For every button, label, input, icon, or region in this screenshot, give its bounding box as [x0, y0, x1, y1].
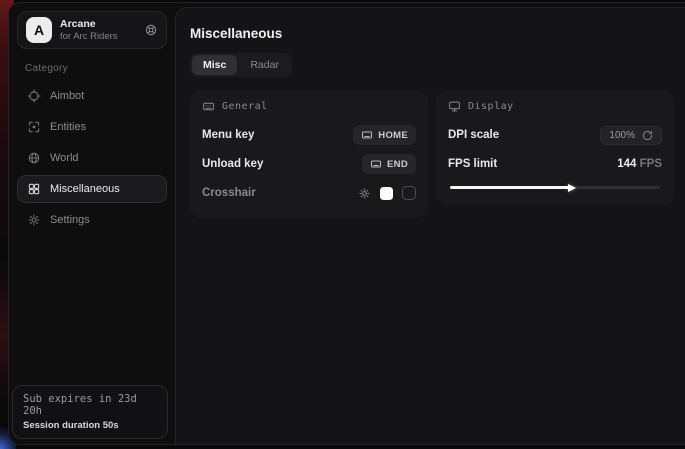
grid-icon [27, 182, 41, 196]
fps-limit-row: FPS limit 144 FPS [448, 151, 662, 177]
crosshair-icon [27, 89, 41, 103]
crosshair-controls [358, 186, 416, 200]
keyboard-icon [370, 158, 382, 170]
crosshair-label: Crosshair [202, 187, 256, 199]
menu-key-row: Menu key HOME [202, 122, 416, 148]
menu-key-bind-button[interactable]: HOME [353, 125, 416, 145]
app-title-block: Arcane for Arc Riders [60, 18, 136, 43]
subscription-card: Sub expires in 23d 20h Session duration … [12, 385, 168, 439]
keyboard-icon [202, 100, 215, 113]
sidebar-item-miscellaneous[interactable]: Miscellaneous [17, 175, 167, 203]
unload-key-row: Unload key END [202, 151, 416, 177]
sidebar-item-label: World [50, 152, 79, 164]
app-logo: A [26, 17, 52, 43]
sidebar-item-world[interactable]: World [17, 144, 167, 172]
panel-general-title: General [222, 101, 268, 112]
dpi-scale-select[interactable]: 100% [600, 126, 662, 145]
sub-expires-text: Sub expires in 23d 20h [23, 393, 157, 417]
dpi-scale-value: 100% [609, 130, 635, 141]
sidebar-category-label: Category [25, 63, 159, 74]
sidebar-item-label: Miscellaneous [50, 183, 120, 195]
unload-key-label: Unload key [202, 158, 263, 170]
fps-limit-value: 144 FPS [617, 158, 662, 170]
keyboard-icon [361, 129, 373, 141]
menu-key-value: HOME [378, 130, 408, 141]
unload-key-value: END [387, 159, 408, 170]
gear-icon [27, 213, 41, 227]
session-duration-text: Session duration 50s [23, 420, 157, 431]
crosshair-row: Crosshair [202, 180, 416, 206]
dpi-scale-label: DPI scale [448, 129, 499, 141]
crosshair-color-swatch[interactable] [380, 187, 393, 200]
app-name: Arcane [60, 18, 136, 31]
unload-key-bind-button[interactable]: END [362, 154, 416, 174]
sync-icon[interactable] [144, 23, 158, 37]
menu-key-label: Menu key [202, 129, 254, 141]
fps-unit: FPS [640, 158, 662, 170]
tab-misc[interactable]: Misc [192, 55, 237, 75]
panels-row: General Menu key HOME [190, 90, 679, 218]
panel-display-header: Display [448, 100, 662, 113]
panel-general: General Menu key HOME [190, 90, 428, 218]
panel-display: Display DPI scale 100% [436, 90, 674, 205]
desktop-background: A Arcane for Arc Riders Category [0, 0, 685, 449]
fps-slider-thumb[interactable] [568, 184, 576, 192]
app-window: A Arcane for Arc Riders Category [8, 2, 685, 445]
tab-bar: Misc Radar [190, 53, 292, 77]
sidebar-item-entities[interactable]: Entities [17, 113, 167, 141]
fps-limit-label: FPS limit [448, 158, 497, 170]
sidebar-item-aimbot[interactable]: Aimbot [17, 82, 167, 110]
monitor-icon [448, 100, 461, 113]
panel-display-title: Display [468, 101, 514, 112]
globe-icon [27, 151, 41, 165]
app-logo-card: A Arcane for Arc Riders [17, 11, 167, 49]
sidebar-item-label: Entities [50, 121, 86, 133]
fps-slider-fill [450, 186, 570, 189]
sidebar-item-settings[interactable]: Settings [17, 206, 167, 234]
main-content: Miscellaneous Misc Radar General [175, 7, 685, 444]
panel-general-header: General [202, 100, 416, 113]
app-subtitle: for Arc Riders [60, 31, 136, 43]
sidebar-item-label: Aimbot [50, 90, 84, 102]
tab-radar[interactable]: Radar [239, 55, 290, 75]
dpi-scale-row: DPI scale 100% [448, 122, 662, 148]
fps-limit-slider[interactable] [450, 186, 660, 189]
reset-icon [642, 130, 653, 141]
crosshair-checkbox[interactable] [402, 186, 416, 200]
sidebar-item-label: Settings [50, 214, 90, 226]
gear-icon[interactable] [358, 187, 371, 200]
scan-icon [27, 120, 41, 134]
page-title: Miscellaneous [190, 26, 679, 41]
sidebar: A Arcane for Arc Riders Category [9, 3, 175, 444]
